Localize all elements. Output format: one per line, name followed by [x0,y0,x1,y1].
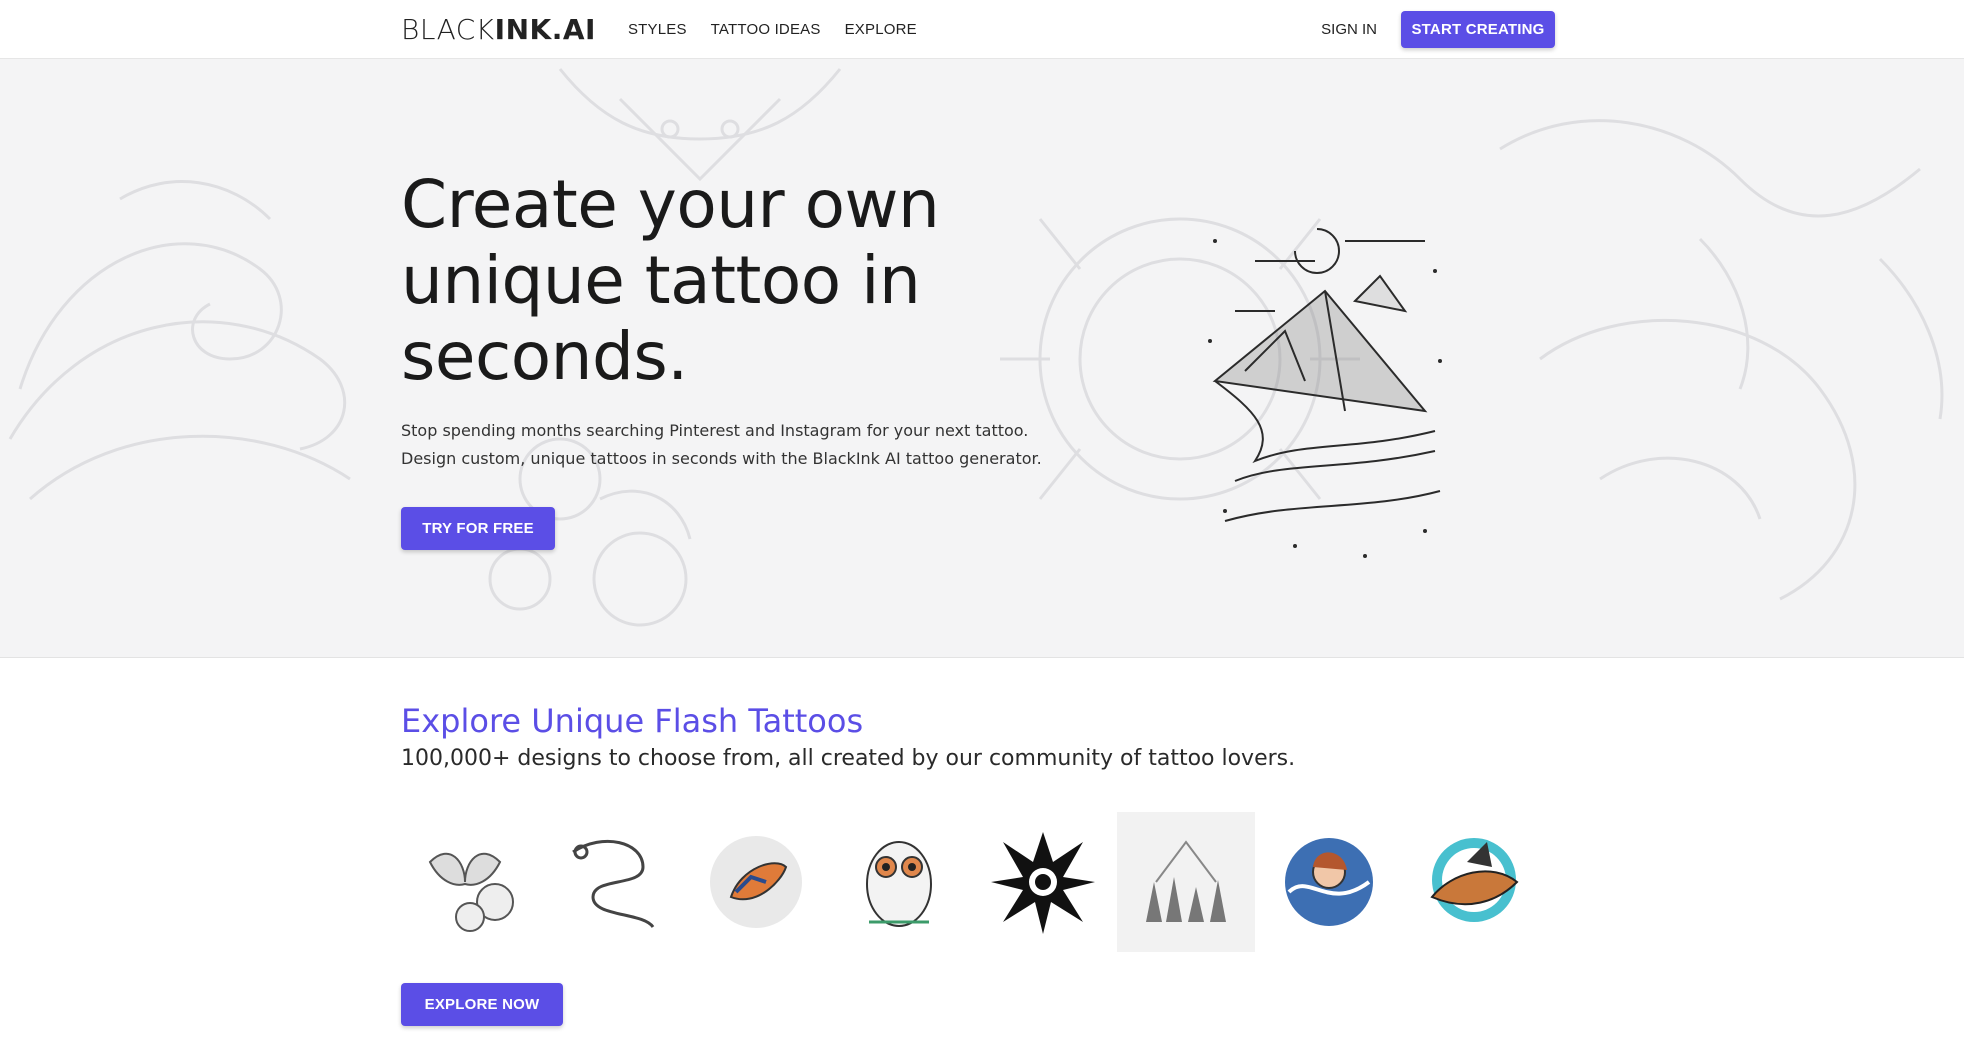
hero-description: Stop spending months searching Pinterest… [401,417,1101,473]
butterfly-roses-image [428,852,515,932]
thumb-owl[interactable] [830,812,968,952]
owl-image [866,841,933,927]
eagle-image [990,832,1095,934]
hero-title: Create your own unique tattoo in seconds… [401,166,940,395]
nav-link-tattoo-ideas[interactable]: TATTOO IDEAS [711,21,821,38]
thumb-dragon[interactable] [544,812,682,952]
top-navbar: BLACKINK.AI STYLES TATTOO IDEAS EXPLORE … [0,0,1964,59]
hero-description-line-2: Design custom, unique tattoos in seconds… [401,449,1042,468]
explore-title: Explore Unique Flash Tattoos [401,702,864,740]
explore-subtitle: 100,000+ designs to choose from, all cre… [401,746,1296,771]
mountain-tattoo-illustration [1208,228,1442,558]
thumb-koi-fish[interactable] [687,812,825,952]
thumb-woman-waves[interactable] [1260,812,1398,952]
nav-right: SIGN IN START CREATING [1321,11,1555,48]
start-creating-button[interactable]: START CREATING [1401,11,1555,48]
thumb-bird-circle[interactable] [1403,812,1541,952]
try-for-free-button[interactable]: TRY FOR FREE [401,507,555,550]
nav-link-explore[interactable]: EXPLORE [845,21,917,38]
explore-now-button[interactable]: EXPLORE NOW [401,983,563,1026]
forest-mountains-image [1145,840,1226,922]
thumb-forest-mountains[interactable] [1116,812,1255,952]
hero-description-line-1: Stop spending months searching Pinterest… [401,421,1029,440]
logo[interactable]: BLACKINK.AI [401,13,596,46]
nav-link-styles[interactable]: STYLES [628,21,687,38]
koi-fish-image [710,836,803,928]
sign-in-link[interactable]: SIGN IN [1321,21,1377,38]
logo-text-bold: INK.AI [494,13,596,46]
thumb-eagle[interactable] [974,812,1112,952]
bird-circle-image [1430,838,1519,922]
nav-links: STYLES TATTOO IDEAS EXPLORE [628,21,917,38]
hero-section: Create your own unique tattoo in seconds… [0,59,1964,658]
flash-tattoo-gallery [401,812,1541,952]
logo-text-light: BLACK [401,13,495,46]
thumb-butterfly-roses[interactable] [401,812,539,952]
woman-waves-image [1284,838,1373,926]
dragon-image [572,839,655,929]
